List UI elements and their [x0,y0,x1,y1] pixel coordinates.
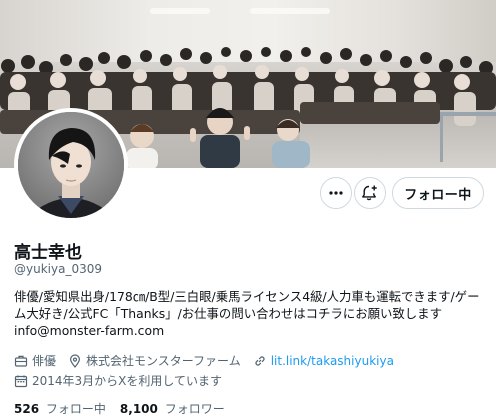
user-handle: @yukiya_0309 [14,262,102,276]
follow-stats: 526 フォロー中 8,100 フォロワー [14,400,239,416]
profile-meta: 俳優 株式会社モンスターファーム lit.link/takashiyukiya [14,352,406,369]
followers-label: フォロワー [164,402,225,416]
more-options-button[interactable] [320,177,352,209]
joined-label: 2014年3月からXを利用しています [32,374,223,388]
link-icon [255,355,265,366]
location-pin-icon [70,353,81,368]
more-dots-icon [329,191,343,195]
joined-date: 2014年3月からXを利用しています [14,372,222,389]
profile-bio: 俳優/愛知県出身/178㎝/B型/三白眼/乗馬ライセンス4級/人力車も運転できま… [14,288,488,339]
location-item: 株式会社モンスターファーム [68,352,241,369]
following-button[interactable]: フォロー中 [392,177,484,209]
followers-link[interactable]: 8,100 フォロワー [120,400,225,416]
category-item: 俳優 [14,352,56,369]
followers-count: 8,100 [119,402,158,416]
website-link[interactable]: lit.link/takashiyukiya [271,354,394,368]
profile-avatar[interactable] [14,108,128,222]
following-label: フォロー中 [45,402,106,416]
bio-line: 俳優/愛知県出身/178㎝/B型/三白眼/乗馬ライセンス4級/人力車も運転できま… [14,289,480,304]
avatar-portrait [18,112,124,218]
briefcase-icon [14,355,28,367]
website-item[interactable]: lit.link/takashiyukiya [253,354,394,368]
following-link[interactable]: 526 フォロー中 [14,400,106,416]
following-count: 526 [14,402,40,416]
bell-plus-icon [362,185,377,201]
banner-rail-post [440,112,443,162]
notification-subscribe-button[interactable] [354,177,386,209]
banner-light [250,8,330,14]
calendar-icon [14,375,28,387]
banner-light [150,8,210,14]
bio-email: info@monster-farm.com [14,323,165,338]
location-label: 株式会社モンスターファーム [86,354,241,368]
display-name: 高士幸也 [14,243,82,263]
category-label: 俳優 [32,354,57,368]
banner-rail [440,112,496,116]
bio-line: ム大好き/公式FC「Thanks」/お仕事の問い合わせはコチラにお願い致します [14,306,442,321]
